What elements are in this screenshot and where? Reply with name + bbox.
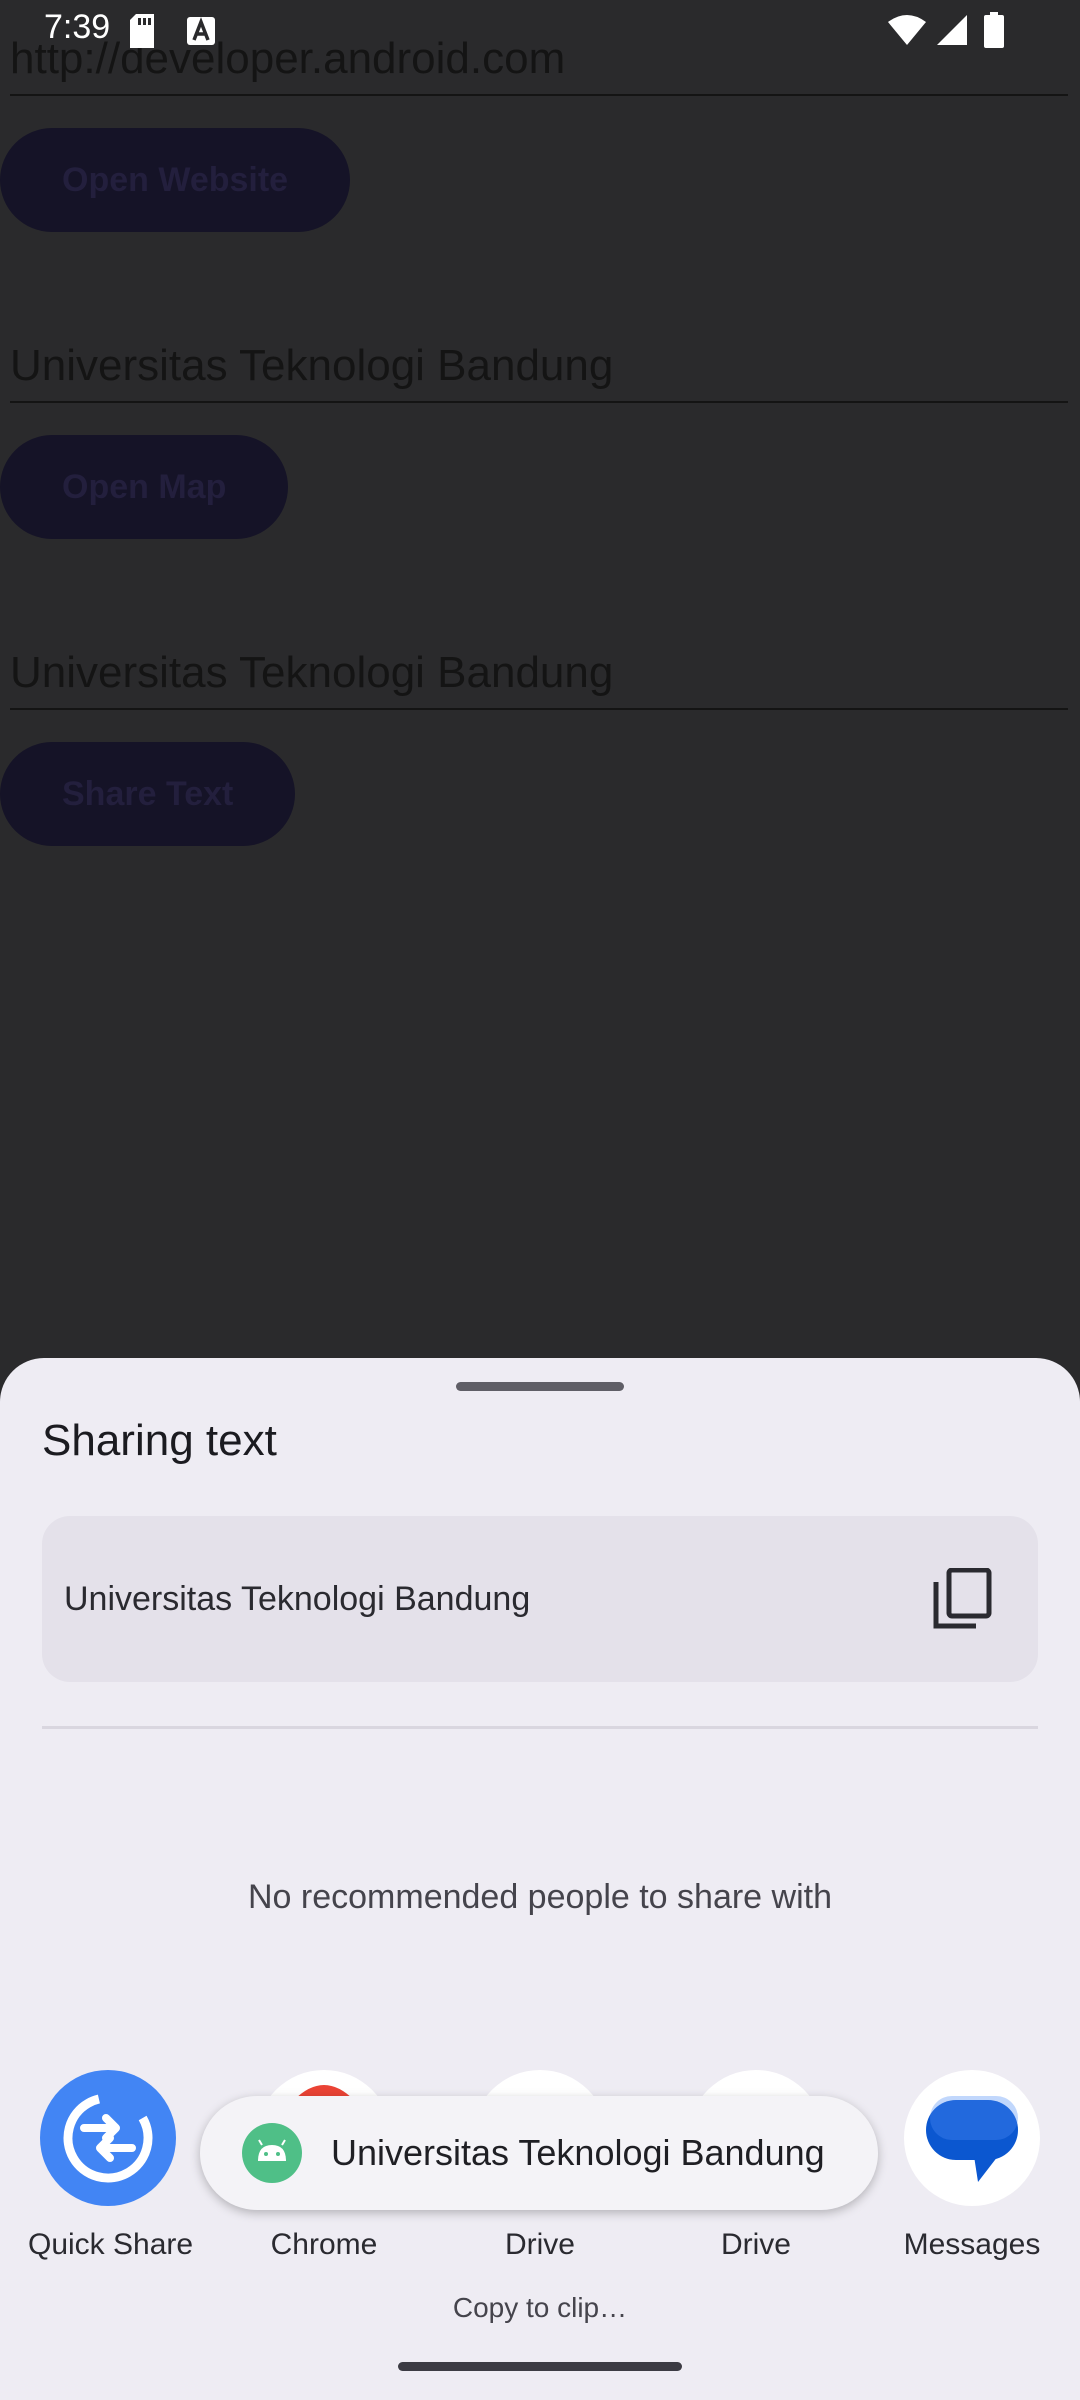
copy-to-clipboard-sublabel: Copy to clip… bbox=[452, 2292, 628, 2323]
navigation-handle[interactable] bbox=[398, 2362, 682, 2371]
quick-share-icon bbox=[40, 2070, 176, 2206]
copy-icon[interactable] bbox=[932, 1568, 992, 1630]
drag-handle[interactable] bbox=[456, 1382, 624, 1391]
sheet-title: Sharing text bbox=[42, 1416, 277, 1465]
share-target-label: Chrome bbox=[270, 2228, 378, 2261]
share-input[interactable]: Universitas Teknologi Bandung bbox=[10, 638, 1068, 710]
wifi-icon bbox=[888, 15, 926, 45]
open-website-button[interactable]: Open Website bbox=[0, 128, 351, 232]
toast: Universitas Teknologi Bandung bbox=[200, 2096, 878, 2210]
share-target-label: Drive bbox=[720, 2228, 791, 2261]
messages-icon bbox=[904, 2070, 1040, 2206]
share-sheet: Sharing text Universitas Teknologi Bandu… bbox=[0, 1358, 1080, 2400]
share-target-quick-share[interactable]: Quick Share bbox=[28, 2070, 194, 2262]
no-recommended-people-text: No recommended people to share with bbox=[248, 1878, 832, 1916]
share-target-label: Drive bbox=[504, 2228, 575, 2261]
font-icon bbox=[187, 17, 215, 45]
cell-signal-icon bbox=[937, 15, 967, 45]
share-target-label: Quick Share bbox=[28, 2228, 194, 2261]
divider bbox=[42, 1726, 1038, 1729]
android-icon bbox=[242, 2123, 302, 2183]
sd-card-icon bbox=[130, 14, 154, 48]
preview-text: Universitas Teknologi Bandung bbox=[64, 1580, 531, 1618]
status-time: 7:39 bbox=[44, 8, 111, 46]
battery-icon bbox=[984, 12, 1004, 48]
status-bar: 7:39 bbox=[0, 0, 1080, 64]
share-text-button[interactable]: Share Text bbox=[0, 742, 296, 846]
text-preview-card: Universitas Teknologi Bandung bbox=[42, 1516, 1038, 1682]
share-target-messages[interactable]: Messages bbox=[892, 2070, 1052, 2262]
map-input[interactable]: Universitas Teknologi Bandung bbox=[10, 331, 1068, 403]
open-map-button[interactable]: Open Map bbox=[0, 435, 289, 539]
toast-text: Universitas Teknologi Bandung bbox=[331, 2132, 825, 2173]
share-target-label: Messages bbox=[903, 2228, 1041, 2261]
